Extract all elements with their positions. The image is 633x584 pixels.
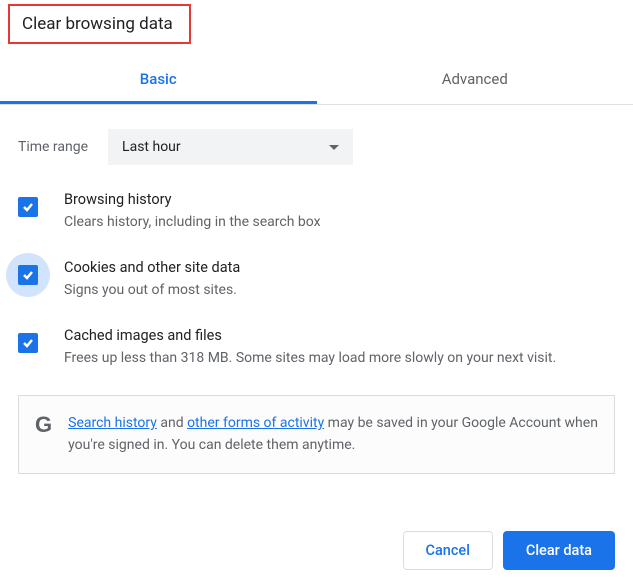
checkmark-icon [22, 201, 34, 213]
time-range-label: Time range [18, 139, 88, 155]
option-desc: Frees up less than 318 MB. Some sites ma… [64, 348, 615, 369]
option-desc: Clears history, including in the search … [64, 212, 615, 233]
chevron-down-icon [329, 145, 339, 150]
option-title: Cached images and files [64, 327, 615, 344]
dialog-title-box: Clear browsing data [8, 4, 191, 44]
tab-basic[interactable]: Basic [0, 56, 317, 104]
option-cookies: Cookies and other site data Signs you ou… [18, 259, 615, 301]
link-search-history[interactable]: Search history [68, 415, 157, 431]
google-account-info: G Search history and other forms of acti… [18, 395, 615, 474]
option-browsing-history: Browsing history Clears history, includi… [18, 191, 615, 233]
dialog-content: Time range Last hour Browsing history Cl… [0, 129, 633, 474]
checkmark-icon [22, 337, 34, 349]
time-range-select[interactable]: Last hour [108, 129, 353, 165]
option-desc: Signs you out of most sites. [64, 280, 615, 301]
checkbox-cookies[interactable] [18, 265, 38, 285]
option-title: Browsing history [64, 191, 615, 208]
dialog-footer: Cancel Clear data [403, 531, 616, 570]
tab-bar: Basic Advanced [0, 56, 633, 105]
link-other-activity[interactable]: other forms of activity [187, 415, 324, 431]
time-range-value: Last hour [122, 139, 181, 155]
dialog-title: Clear browsing data [22, 14, 173, 34]
option-cache: Cached images and files Frees up less th… [18, 327, 615, 369]
tab-advanced[interactable]: Advanced [317, 56, 633, 104]
clear-data-button[interactable]: Clear data [503, 531, 615, 570]
google-logo-icon: G [35, 412, 52, 438]
checkbox-cache[interactable] [18, 333, 38, 353]
option-title: Cookies and other site data [64, 259, 615, 276]
checkbox-browsing-history[interactable] [18, 197, 38, 217]
info-text: Search history and other forms of activi… [68, 412, 598, 457]
time-range-row: Time range Last hour [18, 129, 615, 165]
cancel-button[interactable]: Cancel [403, 531, 493, 570]
checkmark-icon [22, 269, 34, 281]
